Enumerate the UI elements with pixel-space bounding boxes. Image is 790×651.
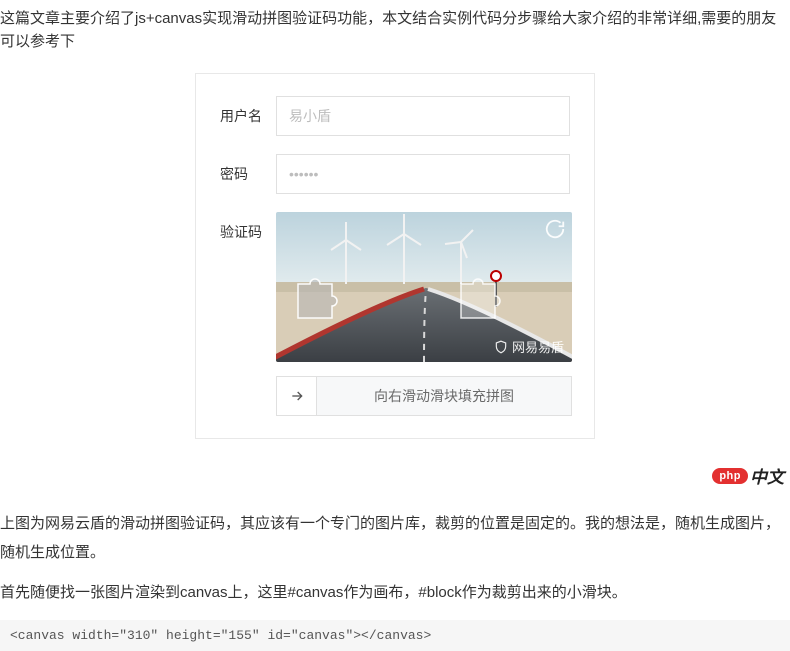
explain-paragraph-1: 上图为网易云盾的滑动拼图验证码，其应该有一个专门的图片库，裁剪的位置是固定的。我… [0, 510, 790, 567]
password-label: 密码 [220, 154, 276, 184]
captcha-watermark: 网易易盾 [494, 337, 564, 356]
site-logo-badge: php 中文 [0, 459, 790, 498]
slider-hint-text: 向右滑动滑块填充拼图 [317, 377, 571, 415]
username-input[interactable] [276, 96, 570, 136]
captcha-label: 验证码 [220, 212, 276, 242]
password-row: 密码 [220, 154, 570, 194]
explain-paragraph-2: 首先随便找一张图片渲染到canvas上，这里#canvas作为画布，#block… [0, 579, 790, 608]
username-row: 用户名 [220, 96, 570, 136]
logo-pill: php [712, 468, 748, 484]
captcha-image: 网易易盾 [276, 212, 572, 362]
username-label: 用户名 [220, 96, 276, 126]
shield-icon [494, 340, 508, 354]
password-input[interactable] [276, 154, 570, 194]
captcha-row: 验证码 [220, 212, 570, 416]
slider-handle[interactable] [277, 377, 317, 415]
logo-text: 中文 [750, 463, 784, 488]
demo-form-panel: 用户名 密码 验证码 [195, 73, 595, 439]
code-snippet: <canvas width="310" height="155" id="can… [0, 620, 790, 651]
arrow-right-icon [289, 388, 305, 404]
captcha-slider: 向右滑动滑块填充拼图 [276, 376, 572, 416]
refresh-icon[interactable] [544, 218, 566, 240]
intro-paragraph: 这篇文章主要介绍了js+canvas实现滑动拼图验证码功能，本文结合实例代码分步… [0, 0, 790, 73]
